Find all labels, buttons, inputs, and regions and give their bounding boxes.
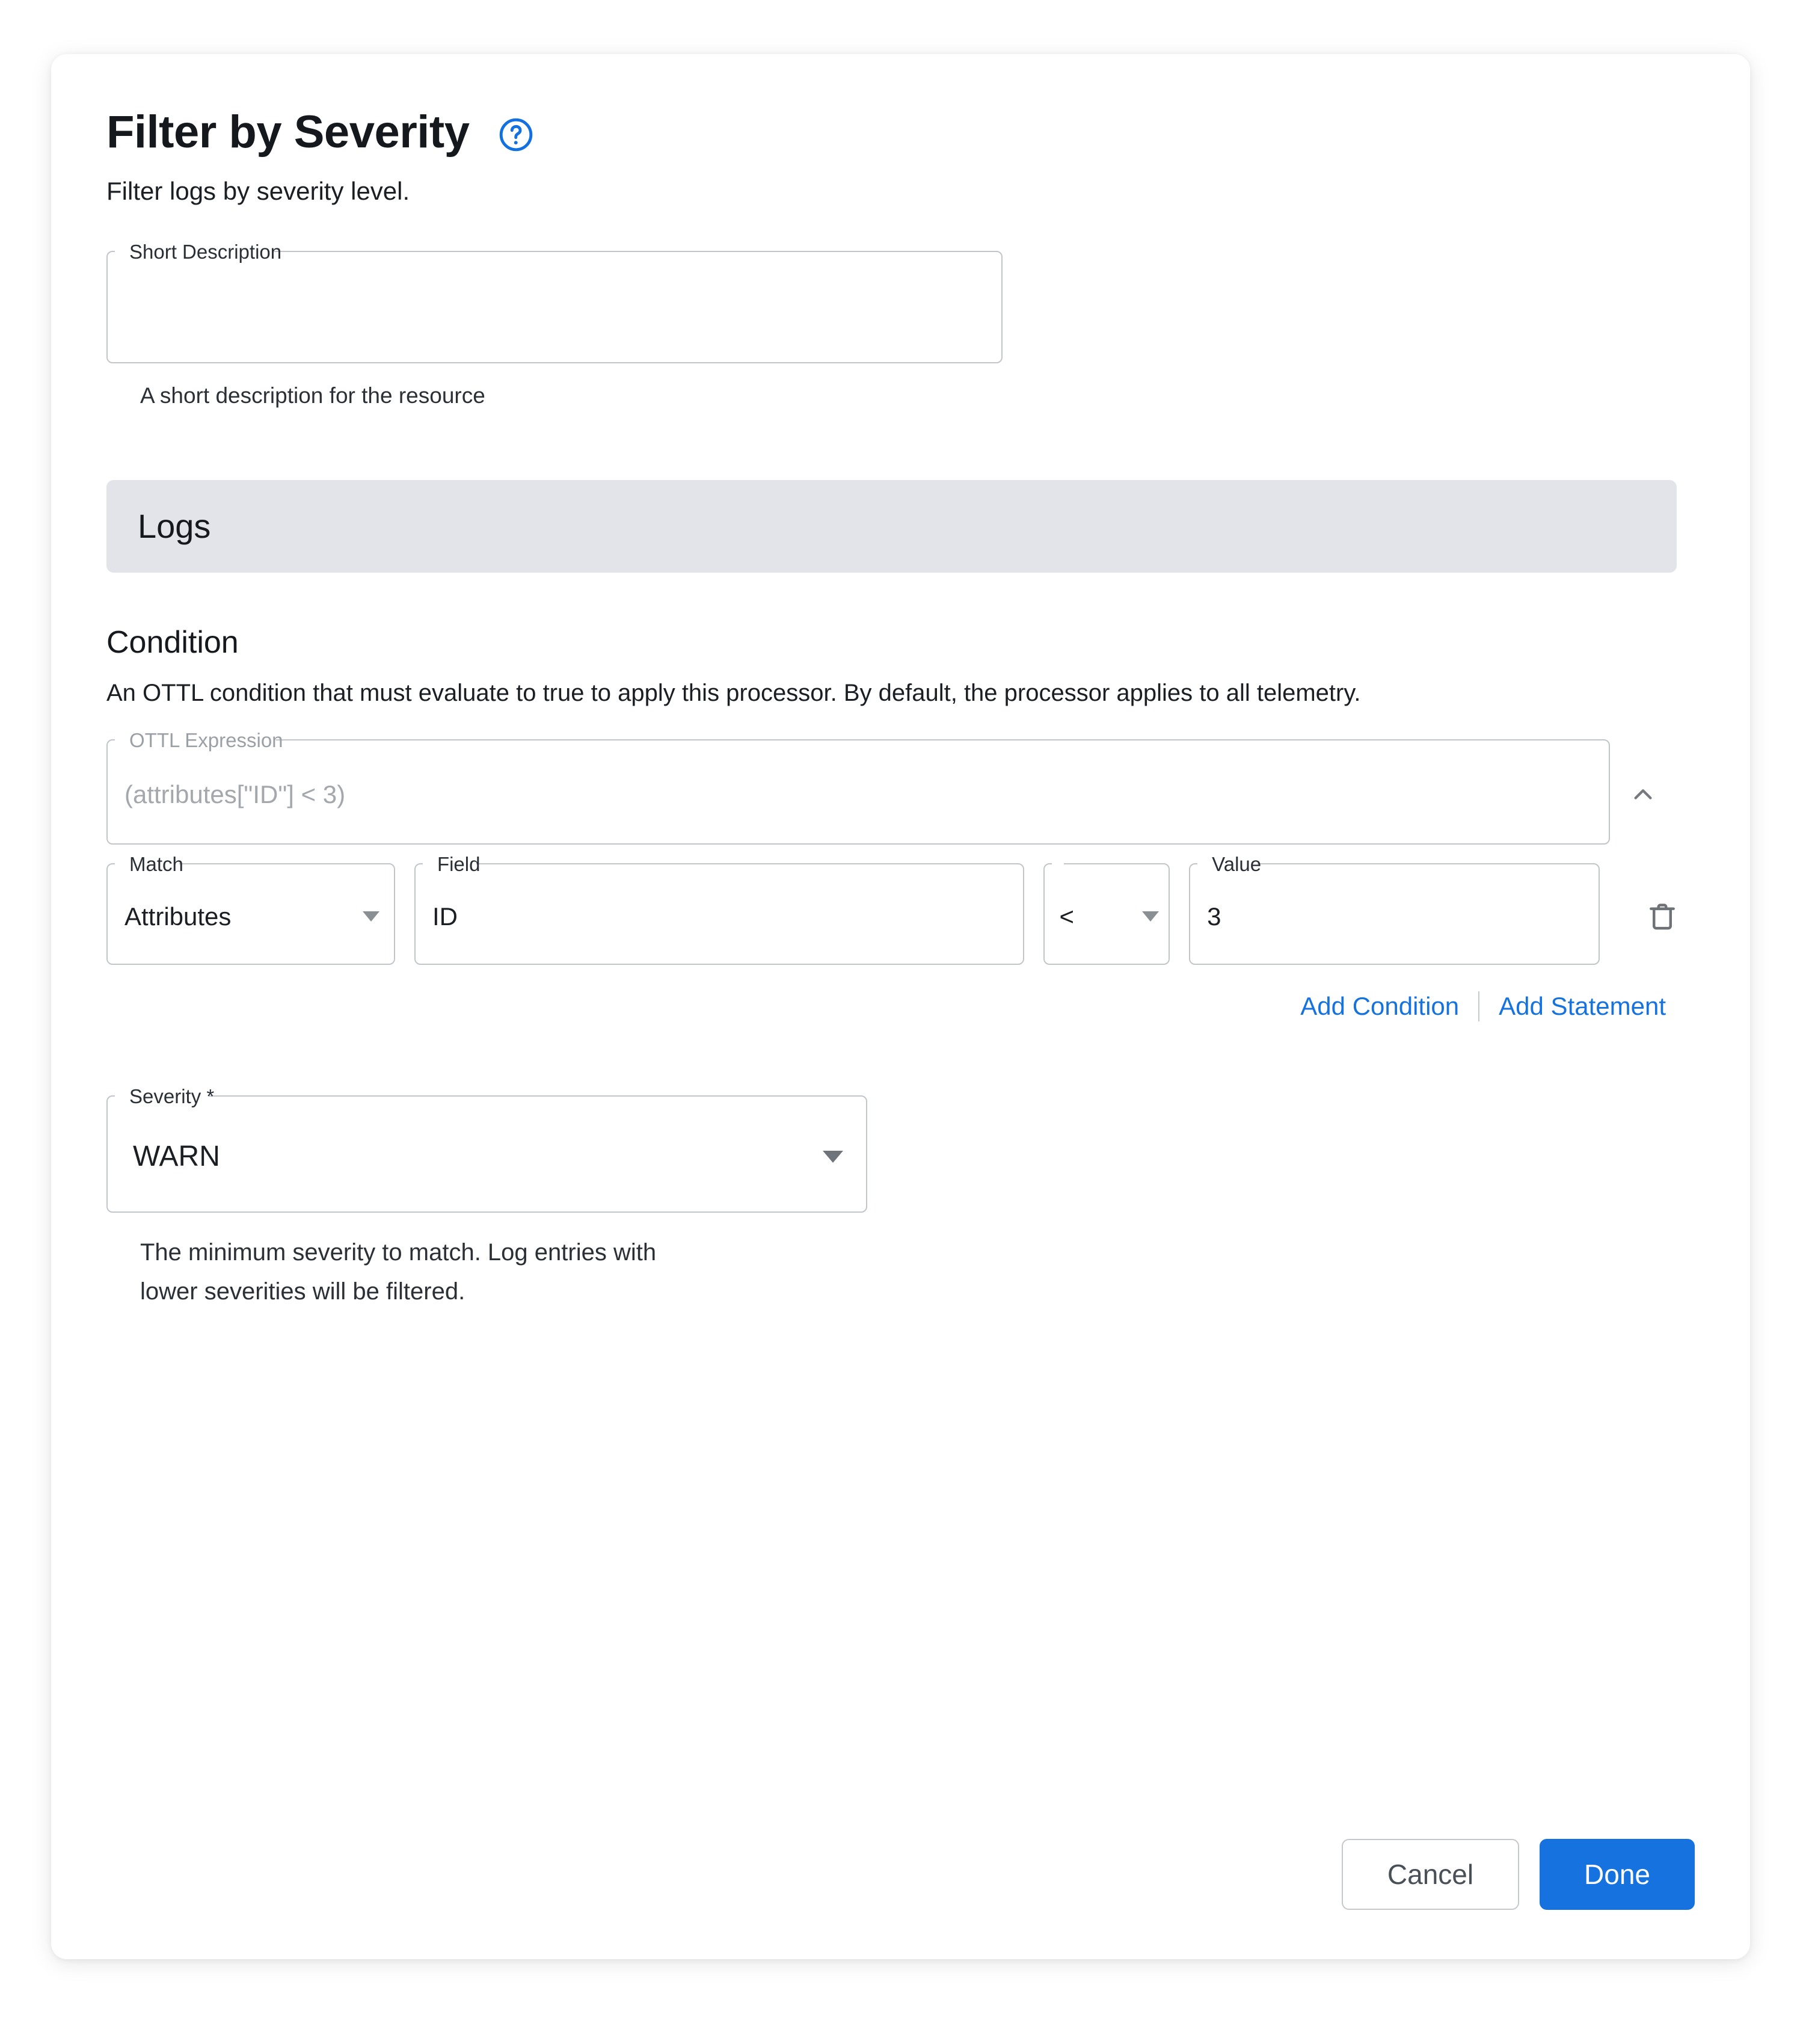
ottl-expression-field[interactable]: OTTL Expression OTTL Expression (attribu…	[106, 729, 1610, 845]
ottl-expression-input[interactable]: (attributes["ID"] < 3)	[106, 745, 1610, 845]
severity-label: Severity *	[129, 1085, 215, 1107]
severity-select[interactable]: Severity * Severity * WARN	[106, 1085, 867, 1213]
operator-value: <	[1059, 902, 1074, 931]
dialog-footer: Cancel Done	[1342, 1839, 1695, 1910]
add-statement-link[interactable]: Add Statement	[1488, 992, 1677, 1021]
signal-banner-logs: Logs	[106, 479, 1677, 573]
add-condition-link[interactable]: Add Condition	[1289, 992, 1470, 1021]
field-input-wrapper[interactable]: Field Field ID	[414, 853, 1025, 965]
value-input-wrapper[interactable]: Value Value 3	[1189, 853, 1600, 965]
severity-helper-line1: The minimum severity to match. Log entri…	[140, 1239, 657, 1266]
signal-banner-label: Logs	[138, 507, 211, 546]
ottl-expression-label: OTTL Expression	[129, 728, 283, 751]
cancel-button[interactable]: Cancel	[1342, 1839, 1519, 1910]
dialog-header: Filter by Severity	[106, 108, 1695, 156]
short-description-helper: A short description for the resource	[140, 383, 485, 408]
help-circle-icon[interactable]	[497, 116, 535, 153]
chevron-up-icon[interactable]	[1610, 745, 1676, 845]
match-select[interactable]: Match Match Attributes	[106, 853, 395, 965]
short-description-label: Short Description	[129, 241, 282, 263]
filter-by-severity-dialog: Filter by Severity Filter logs by severi…	[51, 54, 1750, 1959]
match-value: Attributes	[124, 902, 232, 931]
severity-value: WARN	[133, 1141, 220, 1173]
divider	[1478, 991, 1480, 1021]
match-label: Match	[129, 852, 183, 875]
value-label: Value	[1212, 852, 1262, 875]
condition-section-description: An OTTL condition that must evaluate to …	[106, 679, 1361, 706]
short-description-field[interactable]: Short Description Short Description	[106, 241, 1003, 364]
value-input[interactable]: 3	[1189, 869, 1600, 965]
severity-select-control[interactable]: WARN	[106, 1101, 867, 1213]
dialog-subtitle: Filter logs by severity level.	[106, 176, 410, 205]
chevron-down-icon	[823, 1150, 843, 1163]
operator-select-control[interactable]: <	[1043, 869, 1170, 965]
severity-helper: The minimum severity to match. Log entri…	[140, 1233, 814, 1311]
trash-icon[interactable]	[1630, 869, 1695, 965]
field-input[interactable]: ID	[414, 869, 1025, 965]
page-title: Filter by Severity	[106, 106, 470, 158]
match-select-control[interactable]: Attributes	[106, 869, 395, 965]
operator-select[interactable]: <	[1043, 863, 1170, 965]
short-description-input[interactable]	[106, 256, 1003, 363]
done-button[interactable]: Done	[1540, 1839, 1695, 1910]
condition-actions: Add Condition Add Statement	[106, 991, 1677, 1021]
condition-row: Match Match Attributes Field Field ID <	[106, 853, 1695, 965]
dialog-body: Filter by Severity Filter logs by severi…	[51, 54, 1750, 1959]
field-label: Field	[437, 852, 481, 875]
severity-helper-line2: lower severities will be filtered.	[140, 1278, 465, 1305]
chevron-down-icon	[1142, 911, 1160, 922]
condition-section-title: Condition	[106, 624, 239, 660]
chevron-down-icon	[362, 911, 379, 922]
ottl-expression-row: OTTL Expression OTTL Expression (attribu…	[106, 729, 1695, 845]
